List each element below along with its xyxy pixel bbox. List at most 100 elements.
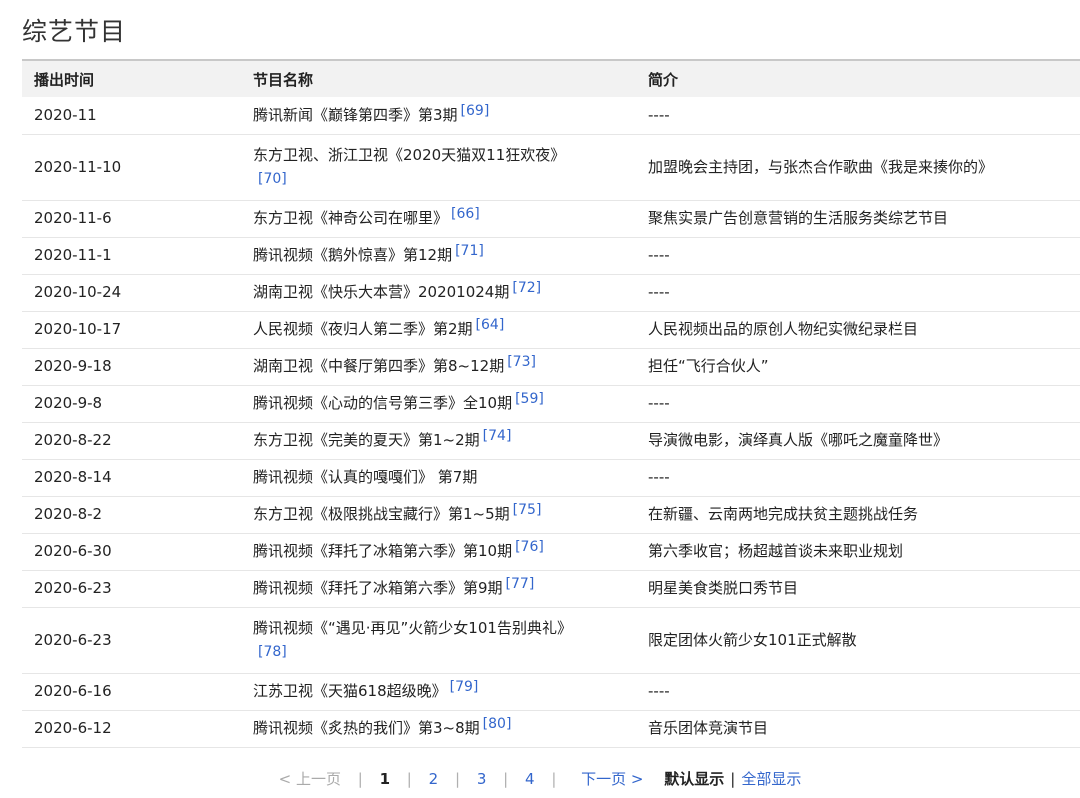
table-row: 2020-6-23 腾讯视频《“遇见·再见”火箭少女101告别典礼》 [78] 限定团… bbox=[22, 607, 1080, 674]
air-date-cell: 2020-11-10 bbox=[22, 134, 241, 201]
table-row: 2020-11 腾讯新闻《巅锋第四季》第3期 [69] ---- bbox=[22, 97, 1080, 135]
air-date-cell: 2020-11-1 bbox=[22, 237, 241, 275]
citation-link[interactable]: [74] bbox=[483, 428, 512, 444]
show-name-cell: 人民视频《夜归人第二季》第2期 [64] bbox=[241, 311, 636, 349]
show-name-text: 腾讯新闻《巅锋第四季》第3期 bbox=[253, 105, 458, 124]
show-name-text: 东方卫视《完美的夏天》第1~2期 bbox=[253, 431, 480, 449]
description-cell: 明星美食类脱口秀节目 bbox=[636, 570, 1080, 608]
air-date-cell: 2020-6-23 bbox=[22, 570, 241, 608]
show-name-cell: 腾讯视频《认真的嘎嘎们》 第7期 bbox=[241, 459, 636, 497]
description-cell: 导演微电影，演绎真人版《哪吒之魔童降世》 bbox=[636, 422, 1080, 460]
table-row: 2020-10-17 人民视频《夜归人第二季》第2期 [64] 人民视频出品的原创人物… bbox=[22, 311, 1080, 349]
table-row: 2020-6-30 腾讯视频《拜托了冰箱第六季》第10期 [76] 第六季收官；杨超越… bbox=[22, 533, 1080, 571]
air-date-cell: 2020-6-23 bbox=[22, 607, 241, 674]
show-name-cell: 东方卫视《神奇公司在哪里》 [66] bbox=[241, 200, 636, 238]
table-header-row: 播出时间 节目名称 简介 bbox=[22, 60, 1080, 97]
table-row: 2020-8-2 东方卫视《极限挑战宝藏行》第1~5期 [75] 在新疆、云南两地完成… bbox=[22, 496, 1080, 534]
description-cell: 第六季收官；杨超越首谈未来职业规划 bbox=[636, 533, 1080, 571]
show-name-text: 人民视频《夜归人第二季》第2期 bbox=[253, 320, 473, 338]
show-all-link[interactable]: 全部显示 bbox=[741, 768, 801, 789]
description-cell: ---- bbox=[636, 459, 1080, 497]
citation-link[interactable]: [78] bbox=[258, 644, 287, 660]
description-cell: 加盟晚会主持团，与张杰合作歌曲《我是来揍你的》 bbox=[636, 134, 1080, 201]
table-row: 2020-8-22 东方卫视《完美的夏天》第1~2期 [74] 导演微电影，演绎真人版… bbox=[22, 422, 1080, 460]
citation-link[interactable]: [69] bbox=[461, 103, 490, 119]
next-page-link[interactable]: 下一页 > bbox=[581, 768, 643, 789]
air-date-cell: 2020-6-12 bbox=[22, 710, 241, 748]
pagination-separator: | bbox=[503, 770, 509, 788]
air-date-cell: 2020-6-16 bbox=[22, 673, 241, 711]
header-description: 简介 bbox=[648, 70, 679, 89]
show-name-text: 江苏卫视《天猫618超级晚》 bbox=[253, 682, 447, 700]
show-name-text: 东方卫视《神奇公司在哪里》 bbox=[253, 209, 449, 227]
show-name-cell: 腾讯视频《炙热的我们》第3~8期 [80] bbox=[241, 710, 636, 748]
table-row: 2020-11-1 腾讯视频《鹅外惊喜》第12期 [71] ---- bbox=[22, 237, 1080, 275]
description-cell: 限定团体火箭少女101正式解散 bbox=[636, 607, 1080, 674]
air-date-cell: 2020-11-6 bbox=[22, 200, 241, 238]
pagination-separator: | bbox=[406, 770, 412, 788]
show-name-cell: 腾讯视频《拜托了冰箱第六季》第10期 [76] bbox=[241, 533, 636, 571]
show-name-cell: 腾讯视频《鹅外惊喜》第12期 [71] bbox=[241, 237, 636, 275]
table-row: 2020-9-18 湖南卫视《中餐厅第四季》第8~12期 [73] 担任“飞行合伙人” bbox=[22, 348, 1080, 386]
description-cell: ---- bbox=[636, 97, 1080, 135]
table-row: 2020-6-16 江苏卫视《天猫618超级晚》 [79] ---- bbox=[22, 673, 1080, 711]
show-name-text: 腾讯视频《拜托了冰箱第六季》第9期 bbox=[253, 579, 503, 597]
table-row: 2020-10-24 湖南卫视《快乐大本营》20201024期 [72] ---- bbox=[22, 274, 1080, 312]
citation-link[interactable]: [59] bbox=[515, 391, 544, 407]
show-name-text: 东方卫视、浙江卫视《2020天猫双11狂欢夜》 bbox=[253, 145, 566, 164]
header-show-name: 节目名称 bbox=[253, 70, 314, 89]
pagination: < 上一页 | 1 | 2 | 3 | 4 | 下一页 > 默认显示 | 全部显示 bbox=[0, 768, 1080, 789]
citation-link[interactable]: [75] bbox=[513, 502, 542, 518]
citation-link[interactable]: [76] bbox=[515, 539, 544, 555]
table-row: 2020-11-10 东方卫视、浙江卫视《2020天猫双11狂欢夜》 [70] 加盟晚… bbox=[22, 134, 1080, 201]
air-date-cell: 2020-8-2 bbox=[22, 496, 241, 534]
variety-table: 播出时间 节目名称 简介 2020-11 腾讯新闻《巅锋第四季》第3期 [69] --… bbox=[22, 59, 1080, 748]
table-row: 2020-6-23 腾讯视频《拜托了冰箱第六季》第9期 [77] 明星美食类脱口秀节目 bbox=[22, 570, 1080, 608]
citation-link[interactable]: [66] bbox=[451, 206, 480, 222]
description-cell: 担任“飞行合伙人” bbox=[636, 348, 1080, 386]
page-1-current: 1 bbox=[379, 770, 391, 788]
table-row: 2020-6-12 腾讯视频《炙热的我们》第3~8期 [80] 音乐团体竞演节目 bbox=[22, 710, 1080, 748]
citation-link[interactable]: [77] bbox=[506, 576, 535, 592]
show-name-text: 腾讯视频《鹅外惊喜》第12期 bbox=[253, 246, 453, 264]
show-name-cell: 湖南卫视《快乐大本营》20201024期 [72] bbox=[241, 274, 636, 312]
page-3-link[interactable]: 3 bbox=[477, 770, 487, 788]
table-row: 2020-9-8 腾讯视频《心动的信号第三季》全10期 [59] ---- bbox=[22, 385, 1080, 423]
pagination-separator: | bbox=[357, 770, 363, 788]
pagination-separator: | bbox=[551, 770, 557, 788]
show-name-cell: 东方卫视、浙江卫视《2020天猫双11狂欢夜》 [70] bbox=[241, 134, 636, 201]
citation-link[interactable]: [79] bbox=[450, 679, 479, 695]
show-name-cell: 腾讯视频《拜托了冰箱第六季》第9期 [77] bbox=[241, 570, 636, 608]
show-name-text: 腾讯视频《认真的嘎嘎们》 第7期 bbox=[253, 468, 478, 486]
table-row: 2020-11-6 东方卫视《神奇公司在哪里》 [66] 聚焦实景广告创意营销的生活服… bbox=[22, 200, 1080, 238]
description-cell: 在新疆、云南两地完成扶贫主题挑战任务 bbox=[636, 496, 1080, 534]
description-cell: ---- bbox=[636, 673, 1080, 711]
show-name-cell: 东方卫视《完美的夏天》第1~2期 [74] bbox=[241, 422, 636, 460]
citation-link[interactable]: [73] bbox=[507, 354, 536, 370]
description-cell: 人民视频出品的原创人物纪实微纪录栏目 bbox=[636, 311, 1080, 349]
citation-link[interactable]: [70] bbox=[258, 171, 287, 187]
air-date-cell: 2020-9-18 bbox=[22, 348, 241, 386]
show-name-text: 腾讯视频《“遇见·再见”火箭少女101告别典礼》 bbox=[253, 618, 572, 637]
air-date-cell: 2020-11 bbox=[22, 97, 241, 135]
table-body: 2020-11 腾讯新闻《巅锋第四季》第3期 [69] ---- 2020-11-10 东… bbox=[22, 97, 1080, 748]
show-name-text: 腾讯视频《心动的信号第三季》全10期 bbox=[253, 394, 513, 412]
description-cell: ---- bbox=[636, 385, 1080, 423]
prev-page-button: < 上一页 bbox=[278, 770, 341, 788]
page-2-link[interactable]: 2 bbox=[429, 770, 439, 788]
show-name-text: 东方卫视《极限挑战宝藏行》第1~5期 bbox=[253, 505, 510, 523]
table-row: 2020-8-14 腾讯视频《认真的嘎嘎们》 第7期 ---- bbox=[22, 459, 1080, 497]
citation-link[interactable]: [80] bbox=[483, 716, 512, 732]
show-name-text: 腾讯视频《炙热的我们》第3~8期 bbox=[253, 719, 480, 737]
show-name-text: 湖南卫视《快乐大本营》20201024期 bbox=[253, 283, 510, 301]
citation-link[interactable]: [72] bbox=[512, 280, 541, 296]
air-date-cell: 2020-6-30 bbox=[22, 533, 241, 571]
citation-link[interactable]: [64] bbox=[476, 317, 505, 333]
description-cell: ---- bbox=[636, 237, 1080, 275]
show-name-cell: 腾讯新闻《巅锋第四季》第3期 [69] bbox=[241, 97, 636, 135]
default-display-mode: 默认显示 bbox=[664, 770, 725, 788]
show-name-cell: 江苏卫视《天猫618超级晚》 [79] bbox=[241, 673, 636, 711]
citation-link[interactable]: [71] bbox=[455, 243, 484, 259]
air-date-cell: 2020-10-17 bbox=[22, 311, 241, 349]
page-4-link[interactable]: 4 bbox=[525, 770, 535, 788]
